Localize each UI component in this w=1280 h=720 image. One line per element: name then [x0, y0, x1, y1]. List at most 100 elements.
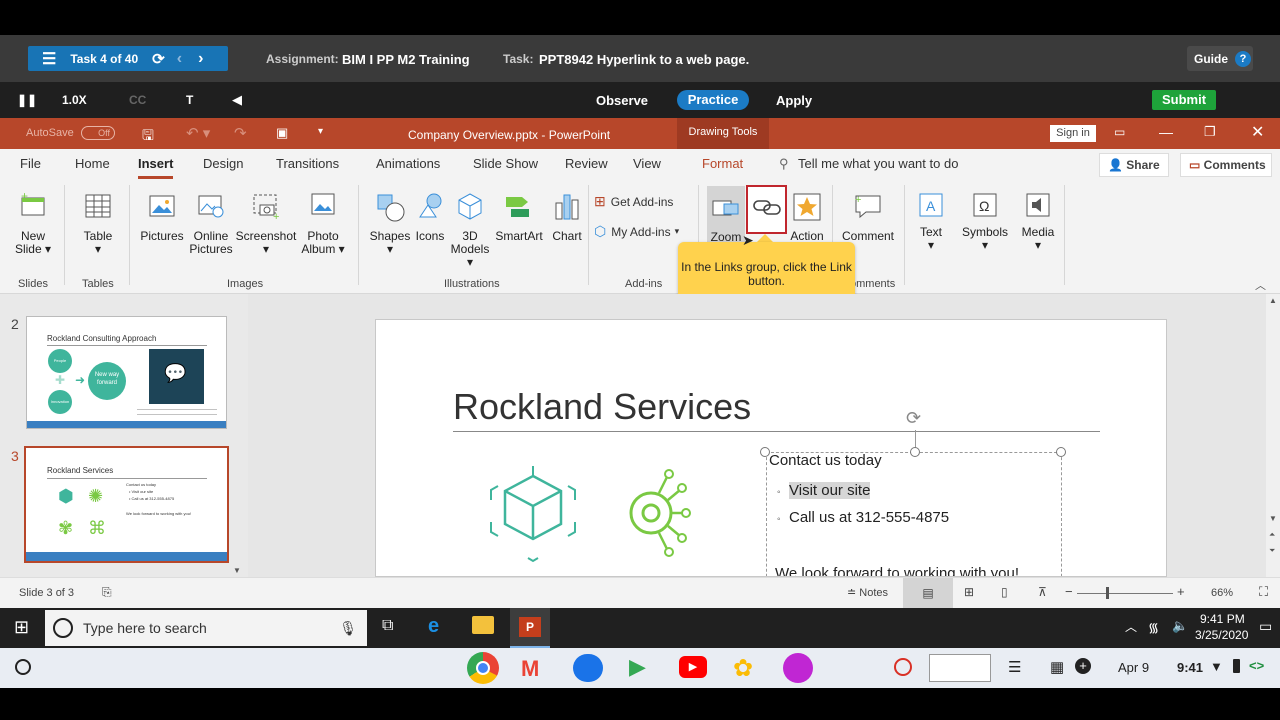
- save-icon[interactable]: 🖫: [142, 125, 154, 149]
- tell-me-search[interactable]: Tell me what you want to do: [798, 156, 958, 171]
- tab-view[interactable]: View: [633, 156, 661, 171]
- customize-qat-icon[interactable]: ▾: [318, 126, 323, 137]
- tab-review[interactable]: Review: [565, 156, 608, 171]
- youtube-icon[interactable]: ▶: [679, 656, 707, 678]
- slide-sorter-icon[interactable]: ⊞: [964, 585, 974, 599]
- minimize-icon[interactable]: —: [1159, 124, 1173, 140]
- zoom-in-icon[interactable]: +: [1177, 584, 1185, 599]
- battery-icon[interactable]: [1233, 659, 1240, 673]
- photos-icon[interactable]: ✿: [733, 654, 753, 683]
- close-icon[interactable]: ✕: [1251, 122, 1264, 142]
- launcher-icon[interactable]: [15, 659, 31, 675]
- text-button[interactable]: A Text ▾: [912, 191, 950, 252]
- zoom-slider[interactable]: [1077, 593, 1173, 594]
- share-button[interactable]: 👤 Share: [1099, 153, 1169, 177]
- collapse-ribbon-icon[interactable]: ︿: [1255, 277, 1266, 293]
- record-icon[interactable]: [894, 658, 912, 676]
- add-icon[interactable]: +: [1075, 658, 1091, 674]
- table-button[interactable]: Table ▾: [78, 191, 118, 256]
- normal-view-icon[interactable]: ▤: [903, 578, 953, 608]
- comments-button[interactable]: ▭ Comments: [1180, 153, 1272, 177]
- media-button[interactable]: Media ▾: [1018, 191, 1058, 252]
- reset-icon[interactable]: ⟳: [152, 50, 165, 68]
- icons-button[interactable]: Icons: [412, 191, 448, 243]
- gmail-icon[interactable]: M: [521, 656, 539, 682]
- apply-button[interactable]: Apply: [776, 93, 812, 108]
- slideshow-view-icon[interactable]: ⊼: [1038, 585, 1047, 599]
- tab-transitions[interactable]: Transitions: [276, 156, 339, 171]
- volume-tray-icon[interactable]: 🔈: [1172, 618, 1188, 634]
- app-icon-purple[interactable]: [783, 653, 813, 683]
- resize-handle-tr[interactable]: [1056, 447, 1066, 457]
- bullet-visit-site[interactable]: Visit our site: [789, 482, 871, 499]
- speed-button[interactable]: 1.0X: [62, 93, 87, 107]
- thumb-scroll-down-icon[interactable]: ▼: [233, 566, 241, 575]
- present-icon[interactable]: ▣: [276, 125, 288, 141]
- screenshot-button[interactable]: + Screenshot ▾: [235, 191, 297, 256]
- ribbon-display-icon[interactable]: ▭: [1114, 125, 1125, 139]
- microphone-icon[interactable]: 🎙: [339, 620, 357, 637]
- tab-format[interactable]: Format: [702, 156, 743, 171]
- action-center-icon[interactable]: ▭: [1259, 618, 1272, 635]
- current-slide[interactable]: Rockland Services ⟳ Contact us today ◦ V…: [375, 319, 1167, 577]
- undo-icon[interactable]: ↶ ▾: [186, 124, 210, 142]
- slide-thumbnail-2[interactable]: Rockland Consulting Approach People ✚ In…: [26, 316, 227, 429]
- zoom-button[interactable]: Zoom: [707, 186, 745, 246]
- resize-handle-tm[interactable]: [910, 447, 920, 457]
- shelf-time[interactable]: 9:41: [1177, 660, 1203, 675]
- submit-button[interactable]: Submit: [1152, 90, 1216, 110]
- play-store-icon[interactable]: ▶: [629, 654, 646, 680]
- zoom-level[interactable]: 66%: [1211, 587, 1233, 599]
- slide-thumbnail-3[interactable]: Rockland Services Contact us today • Vis…: [24, 446, 229, 563]
- contact-text[interactable]: Contact us today: [769, 452, 882, 469]
- chart-button[interactable]: Chart: [548, 191, 586, 243]
- notes-button[interactable]: ≐ Notes: [847, 586, 888, 599]
- 3d-models-button[interactable]: 3D Models ▾: [446, 191, 494, 269]
- prev-slide-icon[interactable]: ⏶: [1269, 530, 1275, 540]
- file-explorer-icon[interactable]: [472, 616, 494, 634]
- scroll-down-icon[interactable]: ▼: [1269, 514, 1277, 523]
- bullet-phone[interactable]: Call us at 312-555-4875: [789, 509, 949, 526]
- redo-icon[interactable]: ↷: [234, 124, 247, 142]
- pause-icon[interactable]: ❚❚: [17, 93, 37, 107]
- autosave-toggle[interactable]: Off: [81, 126, 115, 140]
- task-view-icon[interactable]: ⧉: [382, 617, 393, 635]
- tray-chevron-icon[interactable]: ︿: [1125, 618, 1137, 635]
- network-icon[interactable]: ᯾: [1148, 618, 1159, 636]
- clock-time[interactable]: 9:41 PM: [1200, 612, 1245, 626]
- tab-design[interactable]: Design: [203, 156, 243, 171]
- pictures-button[interactable]: Pictures: [138, 191, 186, 243]
- tab-slideshow[interactable]: Slide Show: [473, 156, 538, 171]
- smartart-button[interactable]: SmartArt: [494, 191, 544, 243]
- clock-date[interactable]: 3/25/2020: [1195, 628, 1248, 642]
- tab-file[interactable]: File: [20, 156, 41, 171]
- new-slide-button[interactable]: + New Slide ▾: [12, 189, 54, 256]
- comment-button[interactable]: + Comment: [838, 191, 898, 243]
- link-button[interactable]: [746, 185, 787, 234]
- photo-album-button[interactable]: Photo Album ▾: [299, 191, 347, 256]
- signin-button[interactable]: Sign in: [1050, 125, 1096, 142]
- zoom-out-icon[interactable]: −: [1065, 584, 1073, 599]
- tote-icon[interactable]: ▦: [1050, 658, 1064, 676]
- edge-icon[interactable]: e: [428, 615, 439, 638]
- menu-icon[interactable]: ☰: [42, 49, 56, 69]
- text-button[interactable]: T: [186, 93, 193, 107]
- rotate-handle-icon[interactable]: ⟳: [906, 408, 921, 429]
- scroll-up-icon[interactable]: ▲: [1269, 296, 1277, 305]
- my-addins-button[interactable]: ⬡ My Add-ins ▾: [594, 223, 679, 240]
- guide-button[interactable]: Guide ?: [1187, 46, 1253, 71]
- tab-home[interactable]: Home: [75, 156, 110, 171]
- shapes-button[interactable]: Shapes ▾: [368, 191, 412, 256]
- get-addins-button[interactable]: ⊞ Get Add-ins: [594, 193, 673, 210]
- tab-insert[interactable]: Insert: [138, 156, 174, 179]
- closing-text[interactable]: We look forward to working with you!: [775, 565, 1019, 576]
- symbols-button[interactable]: Ω Symbols ▾: [960, 191, 1010, 252]
- screenshot-thumb[interactable]: [929, 654, 991, 682]
- powerpoint-taskbar-icon[interactable]: P: [510, 608, 550, 648]
- action-button[interactable]: Action: [788, 191, 826, 243]
- clipboard-icon[interactable]: ☰: [1008, 658, 1021, 676]
- windows-start-icon[interactable]: ⊞: [14, 617, 29, 638]
- wifi-icon[interactable]: ▼: [1210, 659, 1223, 674]
- prev-task-icon[interactable]: ‹: [177, 50, 182, 68]
- shelf-date[interactable]: Apr 9: [1118, 660, 1149, 675]
